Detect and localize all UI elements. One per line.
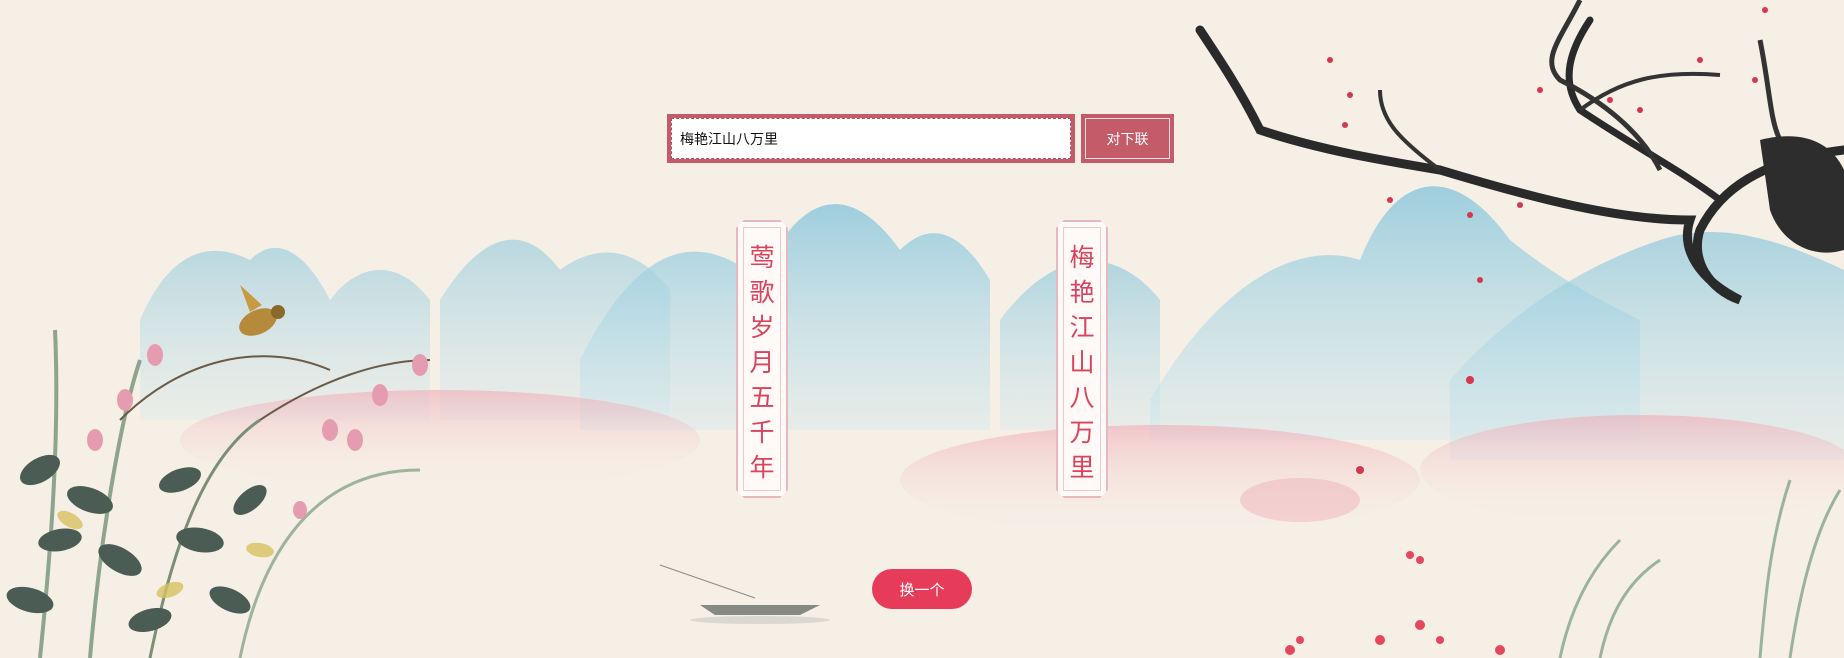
couplet-char: 千 [749, 418, 775, 447]
red-blossoms-bottom [1285, 551, 1505, 655]
couplet-char: 莺 [749, 243, 775, 272]
match-couplet-button[interactable]: 对下联 [1081, 114, 1174, 163]
couplet-scroll-left: 莺 歌 岁 月 五 千 年 [736, 220, 788, 498]
couplet-text-left: 莺 歌 岁 月 五 千 年 [738, 240, 786, 485]
couplet-char: 梅 [1069, 243, 1095, 272]
search-field-frame [671, 118, 1071, 159]
couplet-char: 里 [1069, 453, 1095, 482]
couplet-char: 月 [749, 348, 775, 377]
couplet-char: 年 [749, 453, 775, 482]
couplet-char: 五 [749, 383, 775, 412]
couplet-char: 山 [1069, 348, 1095, 377]
first-line-input[interactable] [678, 125, 1064, 152]
couplet-char: 歌 [749, 278, 775, 307]
fishing-boat [659, 564, 830, 624]
couplet-search-box [667, 114, 1075, 163]
match-couplet-label: 对下联 [1085, 118, 1170, 159]
couplet-text-right: 梅 艳 江 山 八 万 里 [1058, 240, 1106, 485]
couplet-scroll-right: 梅 艳 江 山 八 万 里 [1056, 220, 1108, 498]
couplet-char: 万 [1069, 418, 1095, 447]
couplet-char: 江 [1069, 313, 1095, 342]
couplet-char: 艳 [1069, 278, 1095, 307]
couplet-char: 八 [1069, 383, 1095, 412]
ink-landscape-background [6, 0, 1844, 658]
couplet-char: 岁 [749, 313, 775, 342]
change-couplet-button[interactable]: 换一个 [872, 569, 972, 609]
